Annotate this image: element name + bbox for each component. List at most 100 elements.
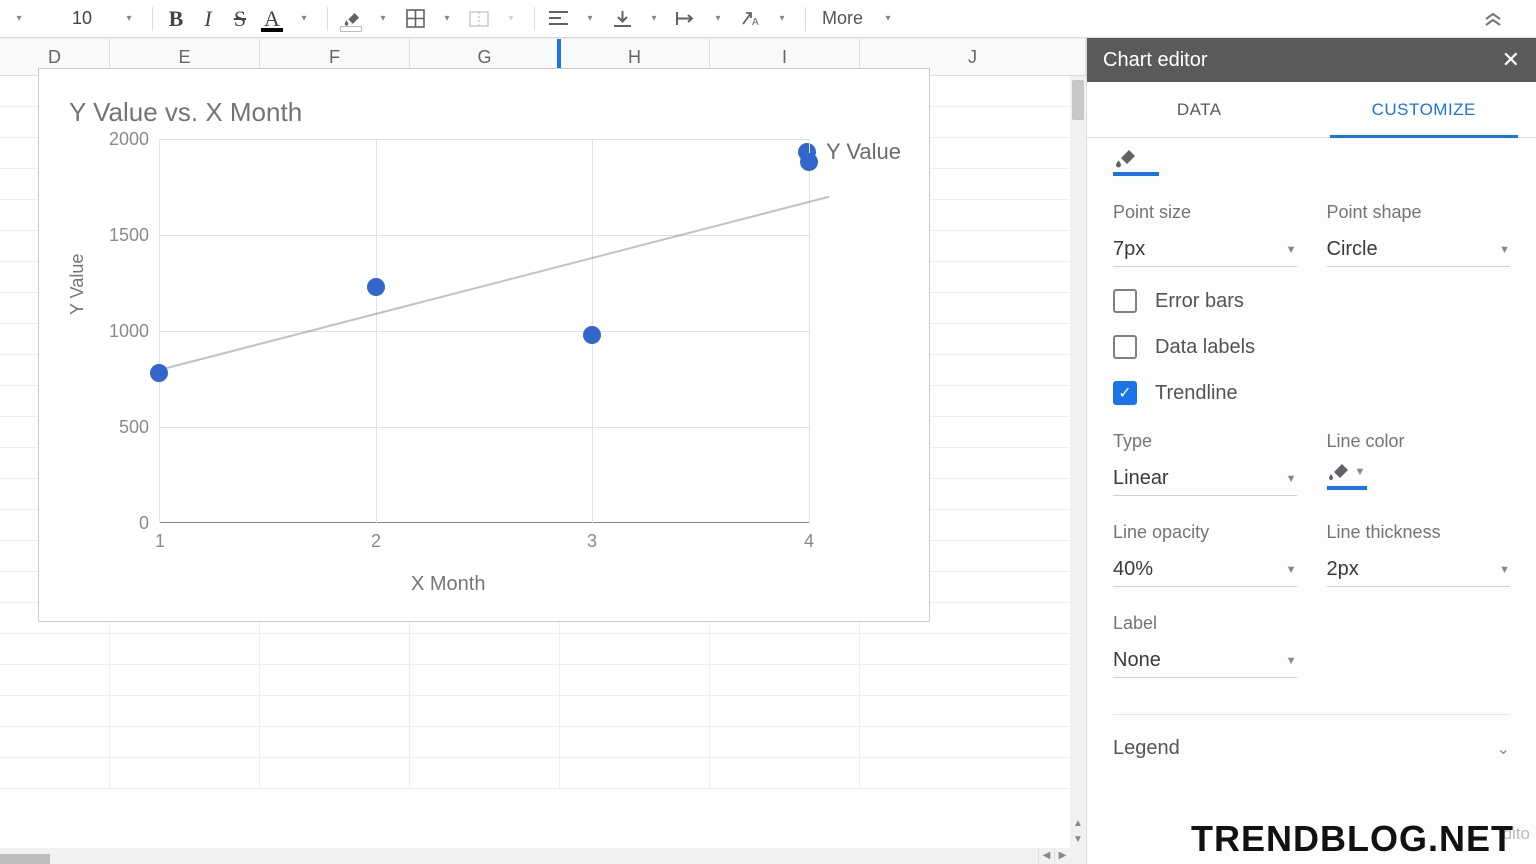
point-size-label: Point size [1113, 202, 1297, 223]
y-tick: 1000 [89, 321, 149, 342]
horizontal-scrollbar[interactable] [0, 848, 1070, 864]
chevron-down-icon: ▼ [1355, 466, 1366, 478]
text-color-button[interactable]: A [257, 4, 287, 34]
chevron-down-icon: ▼ [1286, 564, 1297, 576]
scroll-left-icon[interactable]: ◀ [1038, 848, 1054, 864]
data-point [367, 278, 385, 296]
vertical-align-button[interactable] [607, 4, 637, 34]
text-wrap-button[interactable] [671, 4, 701, 34]
merge-cells-dropdown[interactable]: ▾ [496, 4, 526, 34]
chart[interactable]: Y Value vs. X Month Y Value Y Value X Mo… [38, 68, 930, 622]
borders-icon [406, 9, 425, 28]
trendline-label-label: Label [1113, 613, 1297, 634]
data-labels-label: Data labels [1155, 336, 1255, 359]
trendline-checkbox[interactable]: ✓ Trendline [1113, 381, 1510, 405]
spreadsheet-area[interactable]: D E F G H I J [0, 38, 1086, 864]
merge-cells-button[interactable] [464, 4, 494, 34]
x-tick: 4 [804, 531, 814, 552]
chart-title: Y Value vs. X Month [69, 97, 302, 128]
chevron-down-icon: ▼ [1499, 564, 1510, 576]
vertical-scrollbar[interactable]: ▲ ▼ [1070, 76, 1086, 864]
more-dropdown[interactable]: ▾ [873, 4, 903, 34]
scroll-thumb[interactable] [1072, 80, 1084, 120]
watermark: TRENDBLOG.NET [1191, 818, 1514, 860]
italic-button[interactable]: I [193, 4, 223, 34]
line-opacity-label: Line opacity [1113, 522, 1297, 543]
chevron-down-icon: ▼ [1286, 473, 1297, 485]
separator [805, 7, 806, 31]
trendline-label: Trendline [1155, 382, 1238, 405]
series-color-indicator[interactable] [1113, 146, 1510, 174]
collapse-toolbar-button[interactable] [1478, 4, 1508, 34]
x-tick: 1 [155, 531, 165, 552]
bold-button[interactable]: B [161, 4, 191, 34]
data-point [800, 153, 818, 171]
borders-button[interactable] [400, 4, 430, 34]
chevron-down-icon: ⌄ [1497, 739, 1510, 759]
line-opacity-select[interactable]: 40%▼ [1113, 553, 1297, 587]
error-bars-label: Error bars [1155, 290, 1244, 313]
trendline [159, 196, 829, 371]
merge-icon [469, 11, 489, 27]
vertical-align-dropdown[interactable]: ▾ [639, 4, 669, 34]
x-axis-label: X Month [411, 573, 485, 596]
chevron-down-icon: ▼ [1286, 244, 1297, 256]
font-size-dropdown[interactable]: ▾ [114, 4, 144, 34]
scroll-right-icon[interactable]: ▶ [1054, 848, 1070, 864]
separator [534, 7, 535, 31]
y-axis-label: Y Value [67, 254, 88, 315]
x-tick: 3 [587, 531, 597, 552]
fill-color-button[interactable] [336, 4, 366, 34]
legend-section[interactable]: Legend ⌄ [1113, 714, 1510, 782]
y-tick: 0 [89, 513, 149, 534]
svg-text:A: A [752, 17, 759, 27]
separator [327, 7, 328, 31]
close-icon[interactable]: ✕ [1502, 47, 1520, 73]
line-color-swatch [1327, 486, 1367, 490]
point-size-select[interactable]: 7px▼ [1113, 233, 1297, 267]
horizontal-align-button[interactable] [543, 4, 573, 34]
more-button[interactable]: More [814, 4, 871, 34]
paint-bucket-icon [1327, 462, 1349, 482]
horizontal-align-dropdown[interactable]: ▾ [575, 4, 605, 34]
tab-data[interactable]: DATA [1087, 82, 1312, 137]
line-thickness-select[interactable]: 2px▼ [1327, 553, 1511, 587]
data-labels-checkbox[interactable]: Data labels [1113, 335, 1510, 359]
data-point [150, 364, 168, 382]
borders-dropdown[interactable]: ▾ [432, 4, 462, 34]
point-shape-select[interactable]: Circle▼ [1327, 233, 1511, 267]
text-wrap-dropdown[interactable]: ▾ [703, 4, 733, 34]
text-rotation-button[interactable]: A [735, 4, 765, 34]
strikethrough-button[interactable]: S [225, 4, 255, 34]
data-point [583, 326, 601, 344]
line-thickness-label: Line thickness [1327, 522, 1511, 543]
chart-editor-panel: Chart editor ✕ DATA CUSTOMIZE Point size… [1086, 38, 1536, 864]
checkbox-icon [1113, 335, 1137, 359]
align-bottom-icon [614, 10, 631, 27]
y-tick: 1500 [89, 225, 149, 246]
trendline-type-label: Type [1113, 431, 1297, 452]
fill-color-dropdown[interactable]: ▾ [368, 4, 398, 34]
y-tick: 2000 [89, 129, 149, 150]
chart-editor-header: Chart editor ✕ [1087, 38, 1536, 82]
text-color-dropdown[interactable]: ▾ [289, 4, 319, 34]
sheet-tab-stub[interactable] [0, 854, 50, 864]
font-family-dropdown[interactable]: ▾ [4, 4, 34, 34]
font-size-input[interactable]: 10 [66, 6, 112, 32]
x-tick: 2 [371, 531, 381, 552]
chart-editor-tabs: DATA CUSTOMIZE [1087, 82, 1536, 138]
line-color-label: Line color [1327, 431, 1511, 452]
scroll-down-icon[interactable]: ▼ [1070, 832, 1086, 848]
tab-customize[interactable]: CUSTOMIZE [1312, 82, 1536, 137]
plot-area: 2000 1500 1000 500 0 1 2 3 4 [159, 139, 809, 523]
trendline-label-select[interactable]: None▼ [1113, 644, 1297, 678]
text-rotation-dropdown[interactable]: ▾ [767, 4, 797, 34]
error-bars-checkbox[interactable]: Error bars [1113, 289, 1510, 313]
trendline-type-select[interactable]: Linear▼ [1113, 462, 1297, 496]
chevron-double-up-icon [1483, 11, 1503, 27]
line-color-button[interactable]: ▼ [1327, 462, 1366, 482]
paint-bucket-icon [342, 10, 360, 27]
chevron-down-icon: ▼ [1499, 244, 1510, 256]
scroll-up-icon[interactable]: ▲ [1070, 816, 1086, 832]
rotation-icon: A [741, 10, 760, 27]
